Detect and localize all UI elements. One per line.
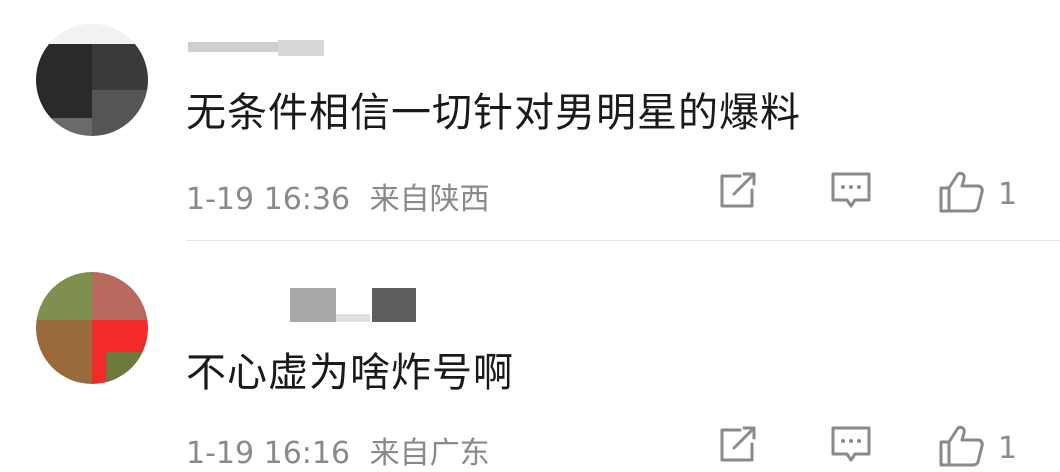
username-redacted[interactable] <box>290 288 416 322</box>
comment-location: 来自广东 <box>369 436 490 471</box>
like-count: 1 <box>998 430 1018 466</box>
comment-time: 1-19 16:16 <box>186 436 351 471</box>
avatar[interactable] <box>36 24 148 136</box>
share-button[interactable] <box>718 170 760 214</box>
comment-text: 无条件相信一切针对男明星的爆料 <box>186 90 801 136</box>
comment-meta: 1-19 16:16 来自广东 <box>186 428 490 472</box>
comment-text: 不心虚为啥炸号啊 <box>186 350 514 396</box>
comment-time: 1-19 16:36 <box>186 182 351 217</box>
share-icon <box>718 170 760 214</box>
like-count: 1 <box>998 176 1018 212</box>
comment-location: 来自陕西 <box>369 182 490 217</box>
reply-button[interactable] <box>830 170 872 214</box>
reply-button[interactable] <box>830 424 872 468</box>
like-icon <box>938 170 986 218</box>
comment-item: 不心虚为啥炸号啊 1-19 16:16 来自广东 1 <box>0 240 1060 471</box>
reply-icon <box>830 424 872 468</box>
avatar[interactable] <box>36 272 148 384</box>
comment-item: 无条件相信一切针对男明星的爆料 1-19 16:36 来自陕西 1 <box>0 0 1060 240</box>
like-icon <box>938 424 986 472</box>
share-button[interactable] <box>718 424 760 468</box>
reply-icon <box>830 170 872 214</box>
comment-meta: 1-19 16:36 来自陕西 <box>186 174 490 218</box>
share-icon <box>718 424 760 468</box>
username-redacted[interactable] <box>188 26 328 60</box>
like-button[interactable]: 1 <box>938 170 1017 218</box>
like-button[interactable]: 1 <box>938 424 1017 472</box>
